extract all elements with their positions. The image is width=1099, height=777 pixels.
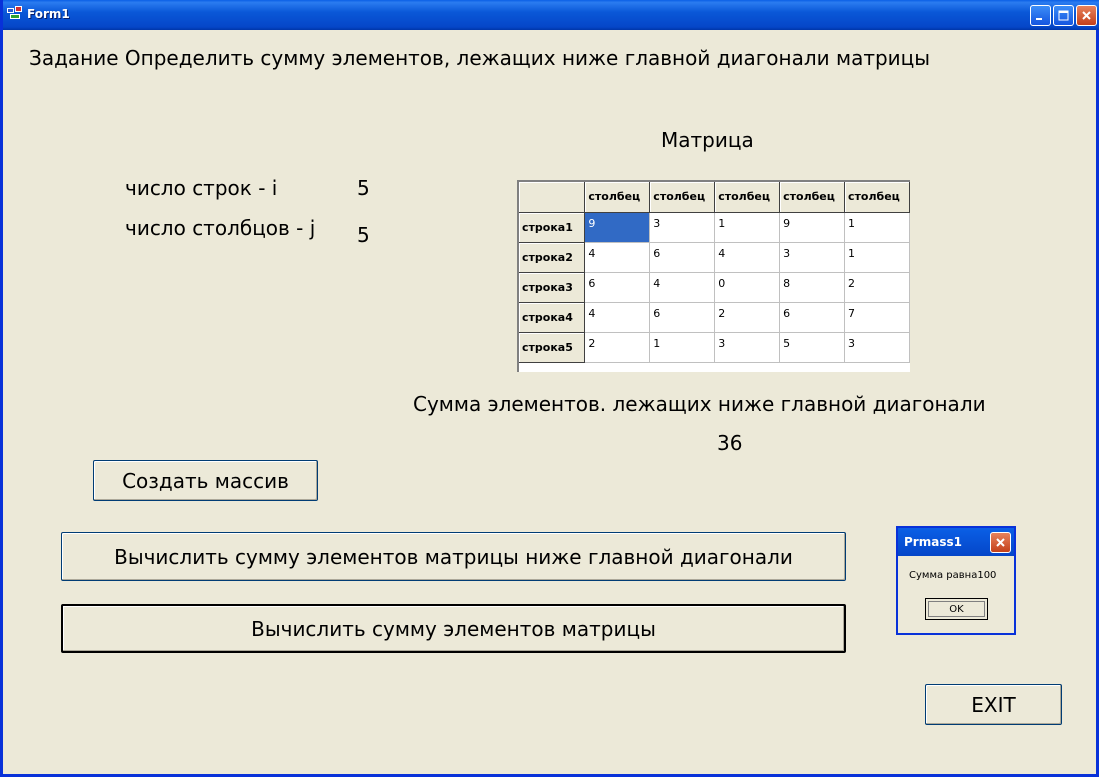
grid-cell[interactable]: 6 <box>779 302 846 333</box>
sum-value: 36 <box>717 431 743 455</box>
app-icon <box>7 6 22 19</box>
column-header: столбец <box>649 182 716 213</box>
column-header: столбец <box>714 182 781 213</box>
matrix-grid[interactable]: столбец столбец столбец столбец столбец … <box>517 180 910 372</box>
grid-cell[interactable]: 6 <box>649 302 716 333</box>
window-title: Form1 <box>27 7 70 21</box>
minimize-icon[interactable] <box>1030 5 1051 26</box>
grid-cell[interactable]: 5 <box>779 332 846 363</box>
grid-cell[interactable]: 1 <box>714 212 781 243</box>
grid-row: строка4 4 6 2 6 7 <box>519 302 910 333</box>
row-header: строка5 <box>519 332 586 363</box>
column-header: столбец <box>584 182 651 213</box>
grid-corner <box>519 182 586 213</box>
sum-label: Сумма элементов. лежащих ниже главной ди… <box>413 392 986 416</box>
rows-value: 5 <box>357 176 370 200</box>
grid-cell[interactable]: 9 <box>779 212 846 243</box>
grid-cell[interactable]: 1 <box>844 242 910 273</box>
message-dialog: Prmass1 Сумма равна100 OK <box>896 526 1016 635</box>
grid-cell[interactable]: 0 <box>714 272 781 303</box>
row-header: строка2 <box>519 242 586 273</box>
column-header: столбец <box>779 182 846 213</box>
maximize-icon[interactable] <box>1053 5 1074 26</box>
row-header: строка1 <box>519 212 586 243</box>
grid-cell[interactable]: 6 <box>649 242 716 273</box>
dialog-message: Сумма равна100 <box>909 570 997 581</box>
grid-row: строка5 2 1 3 5 3 <box>519 332 910 363</box>
sum-below-diagonal-button[interactable]: Вычислить сумму элементов матрицы ниже г… <box>61 532 846 581</box>
row-header: строка3 <box>519 272 586 303</box>
grid-cell[interactable]: 6 <box>584 272 651 303</box>
close-icon[interactable] <box>1076 5 1097 26</box>
grid-row: строка3 6 4 0 8 2 <box>519 272 910 303</box>
task-text: Задание Определить сумму элементов, лежа… <box>29 46 931 70</box>
grid-cell[interactable]: 1 <box>844 212 910 243</box>
grid-cell[interactable]: 8 <box>779 272 846 303</box>
grid-cell[interactable]: 1 <box>649 332 716 363</box>
grid-cell[interactable]: 3 <box>779 242 846 273</box>
create-array-button[interactable]: Создать массив <box>93 460 318 501</box>
grid-cell[interactable]: 3 <box>649 212 716 243</box>
exit-button[interactable]: EXIT <box>925 684 1062 725</box>
grid-cell[interactable]: 3 <box>714 332 781 363</box>
cols-value: 5 <box>357 223 370 247</box>
cols-label: число столбцов - j <box>125 216 316 240</box>
grid-row: строка1 9 3 1 9 1 <box>519 212 910 243</box>
sum-all-button[interactable]: Вычислить сумму элементов матрицы <box>61 604 846 653</box>
grid-cell[interactable]: 2 <box>714 302 781 333</box>
grid-cell[interactable]: 3 <box>844 332 910 363</box>
grid-row: строка2 4 6 4 3 1 <box>519 242 910 273</box>
grid-cell[interactable]: 2 <box>584 332 651 363</box>
dialog-title: Prmass1 <box>904 535 962 549</box>
grid-cell[interactable]: 4 <box>649 272 716 303</box>
grid-cell[interactable]: 7 <box>844 302 910 333</box>
column-header: столбец <box>844 182 910 213</box>
matrix-label: Матрица <box>661 128 754 152</box>
grid-cell[interactable]: 4 <box>584 242 651 273</box>
title-bar[interactable]: Form1 <box>3 0 1099 30</box>
main-window: Form1 Задание Определить сумму элементов… <box>0 0 1099 777</box>
dialog-close-icon[interactable] <box>990 532 1011 553</box>
grid-cell[interactable]: 9 <box>584 212 651 243</box>
dialog-ok-button[interactable]: OK <box>925 598 988 620</box>
grid-cell[interactable]: 4 <box>714 242 781 273</box>
grid-cell[interactable]: 2 <box>844 272 910 303</box>
rows-label: число строк - i <box>125 176 278 200</box>
grid-cell[interactable]: 4 <box>584 302 651 333</box>
row-header: строка4 <box>519 302 586 333</box>
dialog-title-bar[interactable]: Prmass1 <box>898 528 1014 556</box>
